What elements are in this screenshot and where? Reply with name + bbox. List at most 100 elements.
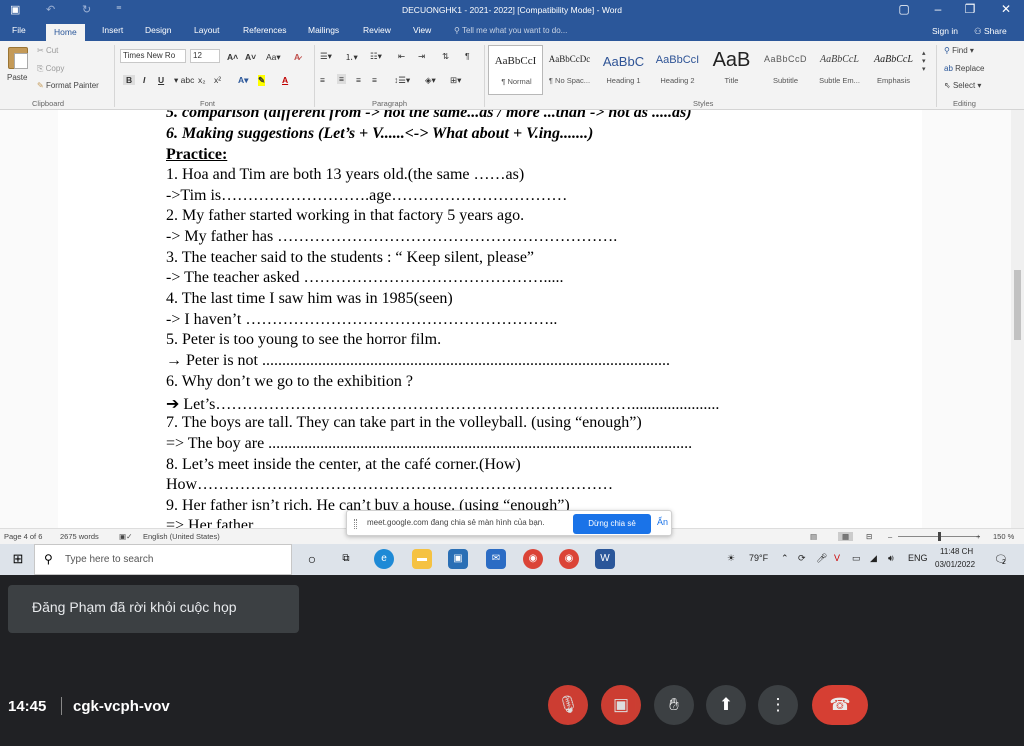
style-no-spacing[interactable]: AaBbCcDc ¶ No Spac...: [542, 45, 597, 95]
borders-icon[interactable]: ⊞▾: [450, 75, 461, 86]
sort-icon[interactable]: ⇅: [442, 51, 449, 62]
clock-time[interactable]: 11:48 CH: [940, 547, 973, 556]
style-emphasis[interactable]: AaBbCcL Emphasis: [866, 45, 921, 95]
font-name-box[interactable]: Times New Ro: [120, 49, 186, 63]
camera-off-button[interactable]: ▣: [601, 685, 641, 725]
pilcrow-icon[interactable]: ¶: [465, 51, 470, 61]
taskbar-search-box[interactable]: ⚲ Type here to search: [34, 544, 292, 575]
cortana-icon[interactable]: ○: [302, 549, 322, 569]
weather-temp[interactable]: 79°F: [749, 553, 768, 563]
microphone-icon[interactable]: 🎤︎: [816, 553, 827, 564]
page-count[interactable]: Page 4 of 6: [4, 532, 42, 541]
hide-button[interactable]: Ẩn: [657, 517, 668, 527]
raise-hand-button[interactable]: ✋︎: [654, 685, 694, 725]
document-page[interactable]: 5. comparison (different from -> not the…: [58, 110, 922, 528]
shading-icon[interactable]: ◈▾: [425, 75, 436, 86]
language-indicator[interactable]: English (United States): [143, 532, 220, 541]
input-language[interactable]: ENG: [908, 553, 928, 563]
windows-start-icon[interactable]: ⊞: [8, 549, 28, 569]
task-view-icon[interactable]: ⧉: [336, 549, 356, 569]
close-button[interactable]: ✕: [992, 2, 1020, 16]
align-right-icon[interactable]: ≡: [356, 75, 361, 85]
style-heading-1[interactable]: AaBbC Heading 1: [596, 45, 651, 95]
more-options-button[interactable]: ⋮: [758, 685, 798, 725]
leave-call-button[interactable]: ☎: [812, 685, 868, 725]
chrome-icon[interactable]: ◉: [559, 549, 579, 569]
zoom-in-button[interactable]: +: [976, 532, 980, 541]
drag-handle-icon[interactable]: [354, 519, 357, 529]
network-icon[interactable]: ◢: [870, 553, 877, 564]
superscript-button[interactable]: x²: [214, 75, 221, 85]
battery-icon[interactable]: ▭: [852, 553, 861, 564]
mail-icon[interactable]: ✉: [486, 549, 506, 569]
style-normal[interactable]: AaBbCcI ¶ Normal: [488, 45, 543, 95]
tab-layout[interactable]: Layout: [194, 25, 220, 35]
tab-home[interactable]: Home: [46, 24, 85, 41]
read-mode-icon[interactable]: ▤: [810, 532, 817, 541]
meeting-code[interactable]: cgk-vcph-vov: [73, 698, 170, 715]
restore-button[interactable]: ❐: [956, 2, 984, 16]
edge-icon[interactable]: e: [374, 549, 394, 569]
increase-indent-icon[interactable]: ⇥: [418, 51, 425, 62]
select-button[interactable]: ⇖ Select ▾: [944, 81, 981, 90]
font-size-box[interactable]: 12: [190, 49, 220, 63]
text-effects-icon[interactable]: A▾: [238, 75, 248, 86]
ribbon-display-icon[interactable]: ▢: [890, 2, 918, 16]
sign-in-link[interactable]: Sign in: [932, 26, 958, 36]
weather-icon[interactable]: ☀: [727, 553, 735, 564]
stop-sharing-button[interactable]: Dừng chia sẻ: [573, 514, 651, 534]
minimize-button[interactable]: –: [924, 2, 952, 16]
clock-date[interactable]: 03/01/2022: [935, 560, 975, 569]
print-layout-icon[interactable]: ▦: [838, 532, 854, 541]
present-screen-button[interactable]: ⬆: [706, 685, 746, 725]
store-icon[interactable]: ▣: [448, 549, 468, 569]
numbering-icon[interactable]: ⒈▾: [345, 51, 358, 63]
scrollbar-thumb[interactable]: [1014, 270, 1021, 340]
tab-design[interactable]: Design: [145, 25, 171, 35]
find-button[interactable]: ⚲ Find ▾: [944, 46, 974, 55]
line-spacing-icon[interactable]: ↕☰▾: [394, 75, 410, 86]
shrink-font-icon[interactable]: A˅: [245, 52, 256, 62]
highlight-icon[interactable]: ✎: [258, 75, 266, 86]
volume-icon[interactable]: 🔊︎: [888, 553, 894, 564]
justify-icon[interactable]: ≡: [372, 75, 377, 85]
grow-font-icon[interactable]: A˄: [227, 52, 238, 62]
file-explorer-icon[interactable]: ▬: [412, 549, 432, 569]
format-painter-button[interactable]: ✎ Format Painter: [37, 81, 99, 90]
multilevel-list-icon[interactable]: ☷▾: [370, 51, 382, 62]
clear-format-icon[interactable]: A̷: [294, 52, 300, 62]
vertical-scrollbar[interactable]: [1011, 110, 1024, 528]
tab-mailings[interactable]: Mailings: [308, 25, 339, 35]
zoom-level[interactable]: 150 %: [993, 532, 1014, 541]
italic-button[interactable]: I: [143, 75, 145, 85]
zoom-slider-knob[interactable]: [938, 532, 941, 541]
word-icon[interactable]: W: [595, 549, 615, 569]
mic-off-button[interactable]: 🎙︎: [548, 685, 588, 725]
change-case-icon[interactable]: Aa▾: [266, 52, 281, 63]
style-title[interactable]: AaB Title: [704, 45, 759, 95]
underline-button[interactable]: U: [158, 75, 164, 85]
align-center-icon[interactable]: ≡: [337, 74, 346, 84]
web-layout-icon[interactable]: ⊟: [866, 532, 872, 541]
style-subtle-emphasis[interactable]: AaBbCcL Subtle Em...: [812, 45, 867, 95]
tell-me-box[interactable]: ⚲ Tell me what you want to do...: [454, 26, 567, 35]
chrome-icon[interactable]: ◉: [523, 549, 543, 569]
align-left-icon[interactable]: ≡: [320, 75, 325, 85]
share-button[interactable]: ⚇ Share: [974, 26, 1007, 37]
style-heading-2[interactable]: AaBbCcI Heading 2: [650, 45, 705, 95]
antivirus-icon[interactable]: V: [834, 553, 840, 563]
zoom-out-button[interactable]: –: [888, 532, 892, 541]
bullets-icon[interactable]: ☰▾: [320, 51, 332, 62]
style-subtitle[interactable]: AaBbCcD Subtitle: [758, 45, 813, 95]
strikethrough-button[interactable]: ▾ abc: [174, 75, 194, 86]
sync-icon[interactable]: ⟳: [798, 553, 806, 564]
subscript-button[interactable]: x₂: [198, 75, 206, 85]
tab-file[interactable]: File: [12, 25, 26, 35]
paste-button[interactable]: Paste: [7, 73, 27, 82]
word-count[interactable]: 2675 words: [60, 532, 99, 541]
decrease-indent-icon[interactable]: ⇤: [398, 51, 405, 62]
tab-references[interactable]: References: [243, 25, 286, 35]
cut-button[interactable]: ✂ Cut: [37, 46, 58, 55]
paste-icon[interactable]: [8, 47, 28, 69]
bold-button[interactable]: B: [123, 75, 136, 85]
